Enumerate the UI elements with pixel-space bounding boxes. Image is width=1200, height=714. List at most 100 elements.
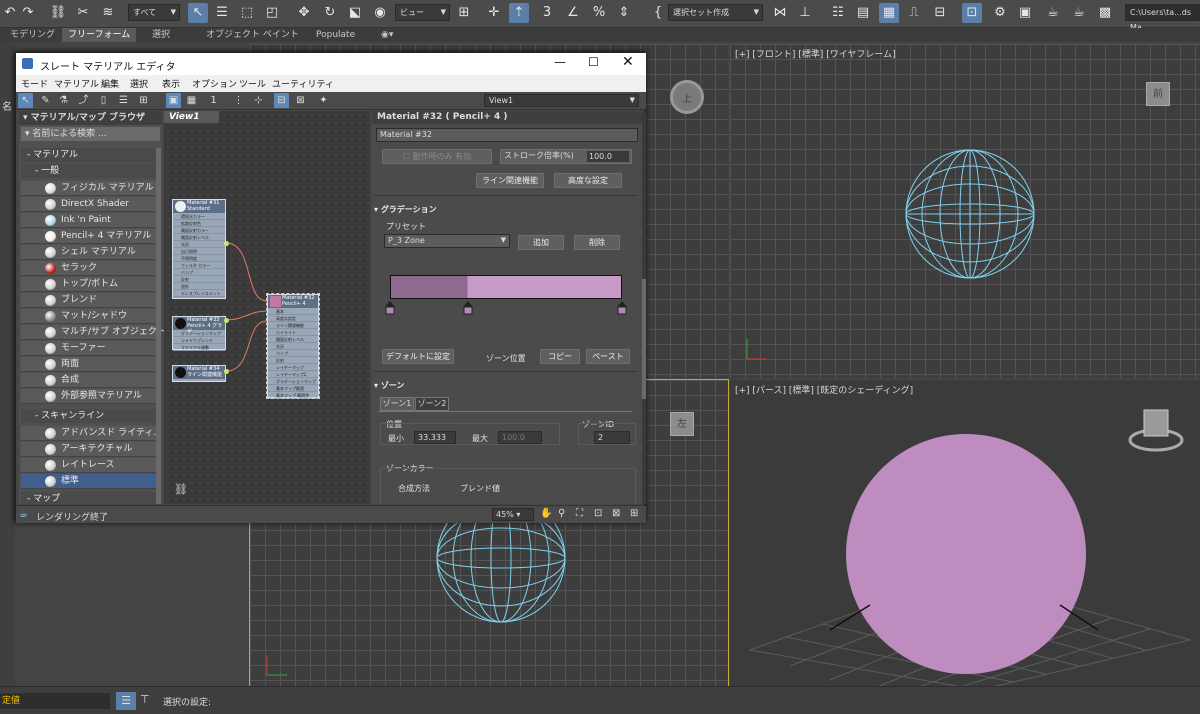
pivot-icon[interactable]: ⊞ xyxy=(454,3,474,23)
toggle-navigator-icon[interactable]: ⊞ xyxy=(630,508,638,519)
named-selection-dropdown[interactable]: 選択セット作成 ▼ xyxy=(668,4,763,21)
node-slot[interactable]: 基本マップ範囲 xyxy=(268,385,318,392)
dope-sheet-icon[interactable]: ⊟ xyxy=(930,3,950,23)
menu-view[interactable]: 表示 xyxy=(162,77,180,90)
node-slot[interactable]: レイヤーマップ xyxy=(268,364,318,371)
params-scroll-track[interactable] xyxy=(642,111,646,504)
assign-material-icon[interactable]: ⤴ xyxy=(76,93,91,108)
spinner-snap-icon[interactable]: ⇕ xyxy=(614,3,634,23)
viewcube-perspective[interactable] xyxy=(1126,400,1186,460)
node-slot[interactable]: 不透明度 xyxy=(173,255,225,262)
mirror-icon[interactable]: ⋈ xyxy=(770,3,790,23)
browser-list-item[interactable]: マルチ/サブ オブジェクト xyxy=(21,325,166,340)
render-cloud-icon[interactable]: ▩ xyxy=(1095,3,1115,23)
tab-selection[interactable]: 選択 xyxy=(146,28,176,42)
link-icon[interactable]: ⛓ xyxy=(48,3,68,23)
zoom-extents-selected-icon[interactable]: ⊠ xyxy=(612,508,620,519)
edit-named-sel-icon[interactable]: { xyxy=(648,3,668,23)
category-scanline[interactable]: - スキャンライン xyxy=(21,409,156,423)
window-crossing-icon[interactable]: ◰ xyxy=(262,3,282,23)
node-slot[interactable]: シャドウブレンド xyxy=(173,337,225,344)
browser-list-item[interactable]: モーファー xyxy=(21,341,156,356)
node-34-output-socket[interactable] xyxy=(224,369,229,374)
maxscript-listener-field[interactable]: 定値 xyxy=(0,693,110,709)
set-default-button[interactable]: デフォルトに設定 xyxy=(382,349,454,364)
sample-slots-icon[interactable]: 1 xyxy=(206,93,221,108)
undo-icon[interactable]: ↶ xyxy=(0,3,20,23)
node-slot[interactable]: ライン関連機能 xyxy=(268,322,318,329)
add-preset-button[interactable]: 追加 xyxy=(518,235,564,250)
node-slot[interactable]: 光沢 xyxy=(268,343,318,350)
advanced-settings-button[interactable]: 高度な設定 xyxy=(554,173,622,188)
menu-mode[interactable]: モード xyxy=(21,77,48,90)
toggle-ribbon-icon[interactable]: ▤ xyxy=(853,3,873,23)
gradation-section-header[interactable]: ▾ グラデーション xyxy=(374,203,636,216)
line-function-button[interactable]: ライン関連機能 xyxy=(476,173,544,188)
rendered-frame-icon[interactable]: ▣ xyxy=(1015,3,1035,23)
layout-all-icon[interactable]: ⋮ xyxy=(231,93,246,108)
menu-edit[interactable]: 編集 xyxy=(101,77,119,90)
tab-object-paint[interactable]: オブジェクト ペイント xyxy=(200,28,305,42)
browser-list-item[interactable]: 外部参照マテリアル xyxy=(21,389,156,404)
select-tool-icon[interactable]: ↖ xyxy=(18,93,33,108)
viewport-perspective[interactable]: [+] [パース] [標準] [既定のシェーディング] xyxy=(730,380,1200,686)
viewport-front[interactable]: [+] [フロント] [標準] [ワイヤフレーム] 前 xyxy=(730,44,1200,378)
navigator-icon[interactable]: ⛓ xyxy=(174,483,188,496)
viewcube-top[interactable]: 上 xyxy=(670,80,704,114)
menu-utilities[interactable]: ユーティリティ xyxy=(272,77,334,90)
stroke-scale-field[interactable]: ストローク倍率(%) 100.0 xyxy=(500,149,632,164)
material-browser-toggle-icon[interactable]: ⊟ xyxy=(274,93,289,108)
delete-preset-button[interactable]: 削除 xyxy=(574,235,620,250)
menu-select[interactable]: 選択 xyxy=(130,77,148,90)
select-manipulate-icon[interactable]: ✛ xyxy=(484,3,504,23)
zone-section-header[interactable]: ▾ ゾーン xyxy=(374,379,636,392)
pick-material-icon[interactable]: ✎ xyxy=(38,93,53,108)
maximize-icon[interactable]: ☐ xyxy=(588,55,599,69)
hide-unused-icon[interactable]: ⊞ xyxy=(136,93,151,108)
only-active-checkbox[interactable]: ☐ 動作時のみ 有効 xyxy=(382,149,492,164)
layout-children-icon[interactable]: ⊹ xyxy=(251,93,266,108)
browser-search-input[interactable]: ▾ 名前による検索 ... xyxy=(21,127,160,141)
category-general[interactable]: - 一般 xyxy=(21,164,156,178)
snap-toggle-icon[interactable]: 3 xyxy=(537,3,557,23)
node-view-area[interactable]: View1 Material #31 Standard 環境光カラー 拡散反射色 鏡面… xyxy=(164,111,370,504)
minimize-icon[interactable]: — xyxy=(554,55,566,69)
preset-dropdown[interactable]: P_3 Zone ▼ xyxy=(384,234,510,248)
node-slot[interactable]: グラデーションマップ xyxy=(268,378,318,385)
node-31-output-socket[interactable] xyxy=(224,241,229,246)
place-icon[interactable]: ◉ xyxy=(370,3,390,23)
show-map-icon[interactable]: ▣ xyxy=(166,93,181,108)
node-slot[interactable]: フィルタ カラー xyxy=(173,262,225,269)
node-material-33[interactable]: Material #33 Pencil+ 4 グラデ グラデーションマップ シャドウ… xyxy=(172,316,226,351)
node-material-31[interactable]: Material #31 Standard 環境光カラー 拡散反射色 鏡面反射カラー鏡… xyxy=(172,199,226,299)
redo-icon[interactable]: ↷ xyxy=(18,3,38,23)
rect-select-icon[interactable]: ⬚ xyxy=(237,3,257,23)
node-slot[interactable]: バンプ xyxy=(173,269,225,276)
move-children-icon[interactable]: ☰ xyxy=(116,93,131,108)
node-slot[interactable]: 鏡面反射レベル xyxy=(268,336,318,343)
ribbon-options-icon[interactable]: ◉▾ xyxy=(375,28,399,42)
select-by-name-icon[interactable]: ☰ xyxy=(212,3,232,23)
render-setup-icon[interactable]: ⚙ xyxy=(990,3,1010,23)
viewport-persp-label[interactable]: [+] [パース] [標準] [既定のシェーディング] xyxy=(735,383,913,396)
browser-list-item[interactable]: アーキテクチャル xyxy=(21,442,156,457)
curve-editor-icon[interactable]: ▦ xyxy=(879,3,899,23)
view-dropdown[interactable]: View1 ▼ xyxy=(484,94,639,107)
node-slot[interactable]: マテリアル連動 xyxy=(173,344,225,351)
move-icon[interactable]: ✥ xyxy=(294,3,314,23)
viewport-front-label[interactable]: [+] [フロント] [標準] [ワイヤフレーム] xyxy=(735,47,896,60)
rotate-icon[interactable]: ↻ xyxy=(320,3,340,23)
node-slot[interactable]: レイヤーマップ2 xyxy=(268,371,318,378)
gradient-bar[interactable] xyxy=(390,275,622,299)
browser-list-item[interactable]: セラック xyxy=(21,261,156,276)
layer-explorer-icon[interactable]: ☷ xyxy=(828,3,848,23)
node-slot[interactable]: 基本 xyxy=(268,308,318,315)
browser-scrollbar[interactable] xyxy=(156,148,161,504)
node-slot[interactable]: 拡散反射色 xyxy=(173,220,225,227)
browser-list-item[interactable]: Ink 'n Paint xyxy=(21,213,156,228)
bind-spacewarp-icon[interactable]: ≋ xyxy=(98,3,118,23)
node-slot[interactable]: 自己照明 xyxy=(173,248,225,255)
browser-list-item[interactable]: フィジカル マテリアル xyxy=(21,181,156,196)
browser-list-item[interactable]: アドバンスド ライティ... xyxy=(21,426,162,441)
max-value-field[interactable]: 100.0 xyxy=(498,431,542,444)
